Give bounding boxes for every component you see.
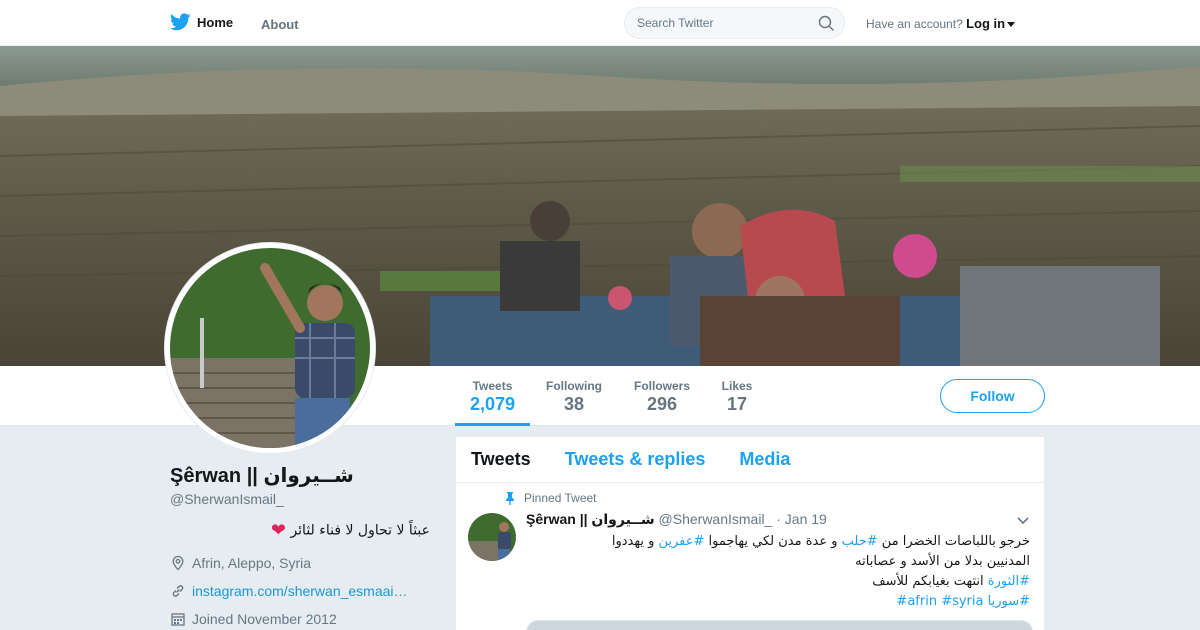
tweet-avatar-photo xyxy=(468,513,516,561)
stat-tweets[interactable]: Tweets 2,079 xyxy=(455,366,530,426)
pinned-tweet-label: Pinned Tweet xyxy=(524,491,597,505)
hashtag-link[interactable]: #حلب xyxy=(842,534,878,549)
follow-button[interactable]: Follow xyxy=(940,379,1045,413)
tweet-latin-tags: #afrin #syria xyxy=(896,594,983,609)
tab-media[interactable]: Media xyxy=(739,449,790,470)
hashtag-link[interactable]: #الثورة xyxy=(988,574,1030,589)
stat-following-label: Following xyxy=(546,379,602,393)
profile-location: Afrin, Aleppo, Syria xyxy=(170,555,311,571)
profile-avatar[interactable] xyxy=(165,243,375,453)
pinned-tweet[interactable]: Pinned Tweet Şêrwan || شــيروان @Sherwan… xyxy=(456,484,1044,630)
hashtag-link[interactable]: #afrin xyxy=(896,594,937,609)
tweet-author-name[interactable]: Şêrwan || شــيروان xyxy=(526,511,655,527)
profile-joined: Joined November 2012 xyxy=(170,611,337,627)
tweet-text-segment: خرجو باللباصات الخضرا من xyxy=(877,534,1030,549)
nav-home-label: Home xyxy=(197,14,234,30)
tweet-text-segment: و عدة مدن لكي يهاجموا xyxy=(704,534,842,549)
profile-website-link[interactable]: instagram.com/sherwan_esmaai… xyxy=(192,583,408,599)
tweet-header: Şêrwan || شــيروان @SherwanIsmail_ · Jan… xyxy=(526,511,827,528)
stat-likes-value: 17 xyxy=(726,394,748,414)
stat-tweets-value: 2,079 xyxy=(469,394,516,414)
profile-bio-text: عبثاً لا تحاول لا فناء لثائر xyxy=(290,522,430,539)
profile-location-text: Afrin, Aleppo, Syria xyxy=(192,555,312,571)
tab-tweets[interactable]: Tweets xyxy=(471,449,531,470)
account-area: Have an account? Log in xyxy=(866,16,1016,31)
tweet-line-2: المدنيين بدلا من الأسد و عصاباته xyxy=(855,554,1030,569)
tweet-line-1: خرجو باللباصات الخضرا من #حلب و عدة مدن … xyxy=(526,532,1030,552)
stat-following[interactable]: Following 38 xyxy=(540,366,608,426)
timeline: Tweets Tweets & replies Media Pinned Twe… xyxy=(456,437,1044,630)
tweet-author-avatar[interactable] xyxy=(468,513,516,561)
nav-home-link[interactable]: Home xyxy=(170,13,233,31)
stat-followers-value: 296 xyxy=(646,394,678,414)
stat-likes-label: Likes xyxy=(721,379,753,393)
profile-bio: عبثاً لا تحاول لا فناء لثائر ❤ xyxy=(170,520,430,541)
nav-about-label: About xyxy=(261,17,299,32)
hashtag-link[interactable]: #syria xyxy=(941,594,983,609)
tweet-media-preview[interactable] xyxy=(526,620,1033,630)
tweet-date[interactable]: · Jan 19 xyxy=(776,511,827,527)
login-button[interactable]: Log in xyxy=(966,16,1016,31)
tweet-text-segment: و يهددوا xyxy=(611,534,659,549)
stat-followers-label: Followers xyxy=(633,379,690,393)
hashtag-link[interactable]: #سوريا xyxy=(988,594,1030,609)
hashtag-link[interactable]: #عفرين xyxy=(659,534,705,549)
profile-website: instagram.com/sherwan_esmaai… xyxy=(170,583,408,599)
top-navigation-bar: Home About Have an account? Log in xyxy=(0,0,1200,46)
profile-handle[interactable]: @SherwanIsmail_ xyxy=(170,491,284,507)
tweet-line-4: #سوريا #afrin #syria xyxy=(526,592,1030,612)
heart-icon: ❤ xyxy=(270,520,286,541)
stat-followers[interactable]: Followers 296 xyxy=(627,366,697,426)
timeline-tabs: Tweets Tweets & replies Media xyxy=(456,437,1044,483)
nav-about-link[interactable]: About xyxy=(261,16,299,34)
tweet-author-handle[interactable]: @SherwanIsmail_ xyxy=(659,511,773,527)
search-icon[interactable] xyxy=(818,15,834,31)
stat-tweets-label: Tweets xyxy=(472,379,513,393)
profile-joined-text: Joined November 2012 xyxy=(192,611,337,627)
twitter-bird-icon xyxy=(170,13,191,31)
chevron-down-icon[interactable] xyxy=(1016,516,1030,526)
login-label: Log in xyxy=(966,16,1006,31)
avatar-photo xyxy=(170,248,370,448)
location-pin-icon xyxy=(172,555,184,571)
pinned-tweet-context: Pinned Tweet xyxy=(504,491,597,505)
account-prompt: Have an account? xyxy=(866,17,963,31)
tweet-line-3: #الثورة انتهت بغيابكم للأسف xyxy=(526,572,1030,592)
tweet-text-segment: انتهت بغيابكم للأسف xyxy=(872,574,988,589)
profile-name[interactable]: Şêrwan || شــيروان xyxy=(170,463,354,488)
pin-icon xyxy=(506,492,514,505)
stat-following-value: 38 xyxy=(563,394,585,414)
calendar-icon xyxy=(171,613,185,626)
search-input[interactable] xyxy=(625,8,805,38)
tweet-text: خرجو باللباصات الخضرا من #حلب و عدة مدن … xyxy=(526,532,1030,612)
caret-down-icon xyxy=(1007,22,1016,28)
search-box xyxy=(624,7,845,39)
stat-likes[interactable]: Likes 17 xyxy=(716,366,758,426)
link-icon xyxy=(172,585,184,597)
tab-tweets-and-replies[interactable]: Tweets & replies xyxy=(565,449,706,470)
